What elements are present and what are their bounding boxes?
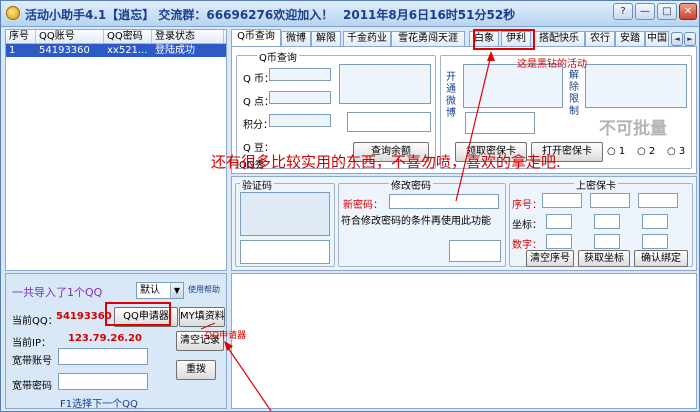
annotation-main-note: 还有很多比较实用的东西，不喜勿喷，喜欢的拿走吧. — [211, 153, 561, 171]
annotation-arrows — [200, 51, 495, 412]
annotation-qq-applier: QQ申请器 — [205, 331, 247, 341]
main-window: 活动小助手4.1【逍忘】 交流群：66696276欢迎加入！ 2011年8月6日… — [0, 0, 700, 412]
annotation-black-drill: 这是黑钻的活动 — [517, 59, 587, 70]
